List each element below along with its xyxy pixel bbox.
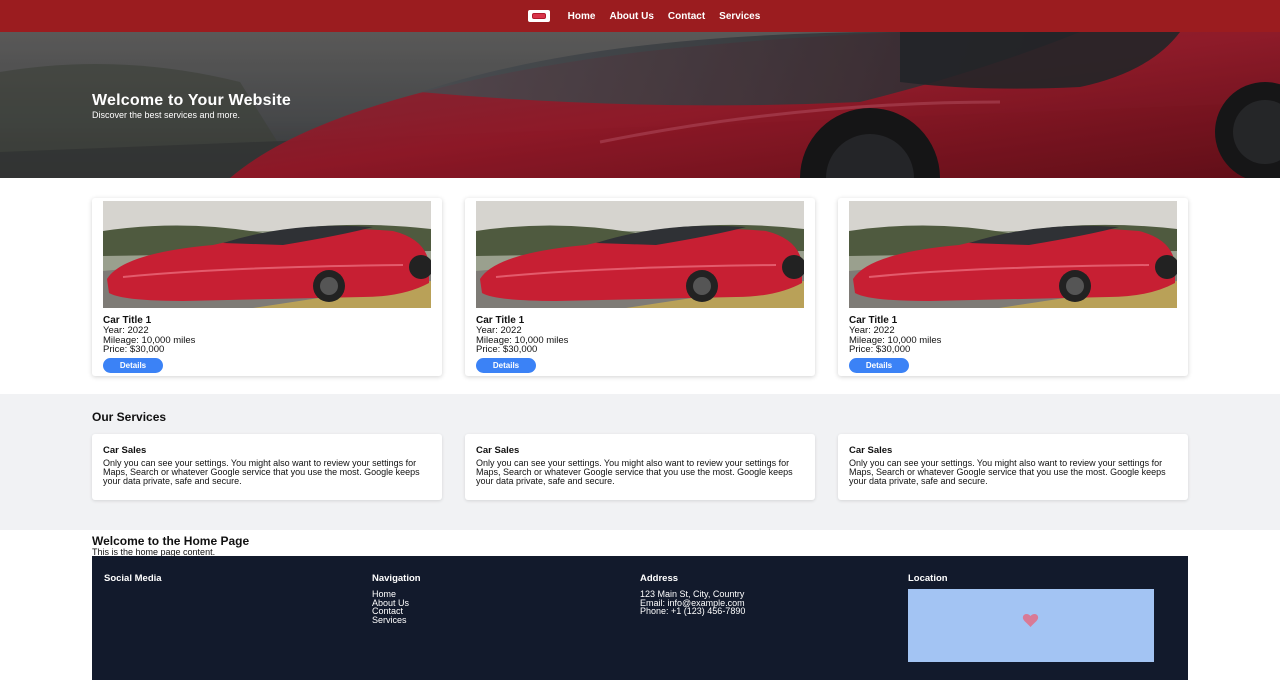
location-map[interactable]	[908, 589, 1154, 662]
car-listings: Car Title 1 Year: 2022 Mileage: 10,000 m…	[92, 198, 1188, 378]
footer-link-services[interactable]: Services	[372, 615, 421, 625]
car-price: Price: $30,000	[103, 344, 165, 355]
car-title: Car Title 1	[476, 315, 525, 326]
nav-link-contact[interactable]: Contact	[668, 11, 705, 22]
footer-location: Location	[908, 573, 1154, 662]
car-card: Car Title 1 Year: 2022 Mileage: 10,000 m…	[838, 198, 1188, 376]
footer-navigation: Navigation Home About Us Contact Service…	[372, 573, 421, 624]
hero-banner: Welcome to Your Website Discover the bes…	[0, 32, 1280, 178]
hero-text: Welcome to Your Website Discover the bes…	[92, 92, 291, 120]
service-card: Car Sales Only you can see your settings…	[465, 434, 815, 500]
footer-social-heading: Social Media	[104, 573, 162, 584]
nav-link-about[interactable]: About Us	[609, 11, 653, 22]
service-title: Car Sales	[849, 445, 893, 456]
map-pin-icon	[1022, 613, 1039, 627]
car-price: Price: $30,000	[849, 344, 911, 355]
car-card: Car Title 1 Year: 2022 Mileage: 10,000 m…	[92, 198, 442, 376]
nav-link-home[interactable]: Home	[568, 11, 596, 22]
hero-title: Welcome to Your Website	[92, 92, 292, 109]
services-title: Our Services	[92, 410, 167, 424]
service-text: Only you can see your settings. You migh…	[103, 458, 420, 486]
car-image	[103, 201, 431, 308]
details-button[interactable]: Details	[103, 357, 163, 373]
welcome-section: Welcome to the Home Page This is the hom…	[92, 534, 249, 557]
car-image	[849, 201, 1177, 308]
logo-mark	[530, 12, 547, 20]
top-navbar: Home About Us Contact Services	[0, 0, 1280, 32]
services-row: Car Sales Only you can see your settings…	[92, 434, 1188, 500]
welcome-title: Welcome to the Home Page	[92, 534, 250, 548]
car-title: Car Title 1	[849, 315, 898, 326]
service-title: Car Sales	[476, 445, 520, 456]
service-card: Car Sales Only you can see your settings…	[92, 434, 442, 500]
footer-address: Address 123 Main St, City, Country Email…	[640, 573, 745, 616]
footer-social: Social Media	[104, 573, 162, 590]
car-title: Car Title 1	[103, 315, 152, 326]
footer: Social Media Navigation Home About Us Co…	[92, 556, 1188, 680]
service-text: Only you can see your settings. You migh…	[849, 458, 1166, 486]
car-logo-icon[interactable]	[527, 10, 550, 22]
services-section: Our Services Car Sales Only you can see …	[0, 394, 1280, 530]
footer-location-heading: Location	[908, 573, 948, 584]
footer-address-heading: Address	[640, 573, 679, 584]
service-text: Only you can see your settings. You migh…	[476, 458, 793, 486]
car-image	[476, 201, 804, 308]
hero-subtitle: Discover the best services and more.	[92, 110, 241, 120]
footer-nav-heading: Navigation	[372, 573, 421, 584]
car-card: Car Title 1 Year: 2022 Mileage: 10,000 m…	[465, 198, 815, 376]
service-card: Car Sales Only you can see your settings…	[838, 434, 1188, 500]
footer-phone: Phone: +1 (123) 456-7890	[640, 606, 746, 616]
nav-link-services[interactable]: Services	[719, 11, 760, 22]
details-button[interactable]: Details	[849, 357, 909, 373]
nav-inner: Home About Us Contact Services	[527, 10, 760, 22]
service-title: Car Sales	[103, 445, 147, 456]
car-price: Price: $30,000	[476, 344, 538, 355]
details-button[interactable]: Details	[476, 357, 536, 373]
